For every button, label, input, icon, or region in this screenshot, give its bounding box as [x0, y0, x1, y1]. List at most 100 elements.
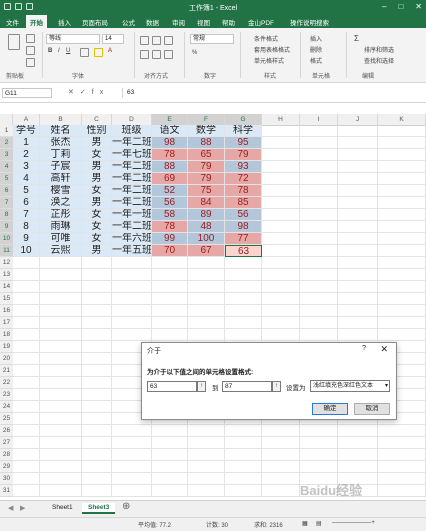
close-icon[interactable]: ✕ [415, 2, 422, 11]
empty-cell[interactable] [262, 293, 300, 305]
empty-cell[interactable] [152, 281, 188, 293]
table-header-cell[interactable]: 科学 [225, 125, 262, 137]
row-header[interactable]: 30 [0, 473, 13, 485]
row-header[interactable]: 6 [0, 185, 13, 197]
align-middle-icon[interactable] [152, 36, 161, 45]
empty-cell[interactable] [40, 329, 82, 341]
row-header[interactable]: 31 [0, 485, 13, 497]
table-cell[interactable]: 男 [82, 245, 112, 257]
tab-review[interactable]: 审阅 [172, 17, 185, 27]
empty-cell[interactable] [225, 269, 262, 281]
zoom-slider[interactable]: –——————+ [332, 520, 375, 526]
empty-cell[interactable] [188, 293, 225, 305]
sheet-scroll-left-icon[interactable]: ◀ [8, 504, 13, 512]
table-cell[interactable]: 一年二班 [112, 197, 152, 209]
table-cell[interactable]: 89 [188, 209, 225, 221]
empty-cell[interactable] [262, 245, 300, 257]
table-cell[interactable]: 一年二班 [112, 173, 152, 185]
format-select[interactable]: 浅红填充色深红色文本 ▾ [310, 380, 390, 392]
row-header[interactable]: 3 [0, 149, 13, 161]
table-cell[interactable]: 云熙 [40, 245, 82, 257]
empty-cell[interactable] [13, 425, 40, 437]
table-cell[interactable]: 男 [82, 197, 112, 209]
empty-cell[interactable] [338, 173, 378, 185]
empty-cell[interactable] [300, 305, 338, 317]
empty-cell[interactable] [40, 485, 82, 497]
row-header[interactable]: 12 [0, 257, 13, 269]
empty-cell[interactable] [378, 329, 426, 341]
empty-cell[interactable] [225, 449, 262, 461]
empty-cell[interactable] [225, 257, 262, 269]
autosum-button[interactable]: Σ [354, 34, 359, 43]
empty-cell[interactable] [338, 125, 378, 137]
empty-cell[interactable] [378, 173, 426, 185]
empty-cell[interactable] [112, 305, 152, 317]
empty-cell[interactable] [13, 449, 40, 461]
empty-cell[interactable] [188, 461, 225, 473]
empty-cell[interactable] [378, 317, 426, 329]
empty-cell[interactable] [112, 281, 152, 293]
empty-cell[interactable] [82, 425, 112, 437]
empty-cell[interactable] [152, 293, 188, 305]
cancel-icon[interactable]: ✕ [68, 89, 80, 96]
column-header-f[interactable]: F [188, 114, 225, 125]
formula-bar-buttons[interactable]: ✕✓fx [68, 88, 109, 96]
empty-cell[interactable] [188, 425, 225, 437]
empty-cell[interactable] [82, 365, 112, 377]
empty-cell[interactable] [378, 485, 426, 497]
table-cell[interactable]: 78 [225, 185, 262, 197]
row-header[interactable]: 17 [0, 317, 13, 329]
empty-cell[interactable] [378, 269, 426, 281]
empty-cell[interactable] [262, 209, 300, 221]
table-cell[interactable]: 1 [13, 137, 40, 149]
empty-cell[interactable] [338, 209, 378, 221]
empty-cell[interactable] [378, 281, 426, 293]
copy-icon[interactable] [26, 46, 35, 55]
empty-cell[interactable] [338, 449, 378, 461]
enter-icon[interactable]: ✓ [80, 89, 92, 96]
table-cell[interactable]: 8 [13, 221, 40, 233]
table-cell[interactable]: 98 [152, 137, 188, 149]
empty-cell[interactable] [82, 293, 112, 305]
help-button[interactable]: ? [362, 345, 366, 352]
format-painter-icon[interactable] [26, 58, 35, 67]
table-cell[interactable]: 93 [225, 161, 262, 173]
column-header-g[interactable]: G [225, 114, 262, 125]
empty-cell[interactable] [262, 173, 300, 185]
sort-filter-button[interactable]: 排序和筛选 [364, 45, 394, 54]
row-header[interactable]: 28 [0, 449, 13, 461]
sheet-tab-sheet1[interactable]: Sheet1 [46, 503, 79, 512]
formula-input[interactable]: 63 [122, 88, 426, 98]
table-header-cell[interactable]: 数学 [188, 125, 225, 137]
empty-cell[interactable] [338, 305, 378, 317]
empty-cell[interactable] [300, 185, 338, 197]
empty-cell[interactable] [338, 293, 378, 305]
empty-cell[interactable] [112, 485, 152, 497]
align-center-icon[interactable] [152, 50, 161, 59]
empty-cell[interactable] [82, 401, 112, 413]
minimize-icon[interactable]: – [382, 2, 386, 11]
view-normal-icon[interactable]: ▦ [302, 520, 308, 527]
empty-cell[interactable] [13, 437, 40, 449]
empty-cell[interactable] [40, 365, 82, 377]
empty-cell[interactable] [225, 329, 262, 341]
empty-cell[interactable] [378, 449, 426, 461]
empty-cell[interactable] [82, 461, 112, 473]
empty-cell[interactable] [300, 293, 338, 305]
empty-cell[interactable] [40, 353, 82, 365]
table-cell[interactable]: 48 [188, 221, 225, 233]
table-cell[interactable]: 65 [188, 149, 225, 161]
empty-cell[interactable] [40, 317, 82, 329]
row-header[interactable]: 20 [0, 353, 13, 365]
table-cell[interactable]: 79 [225, 149, 262, 161]
empty-cell[interactable] [40, 293, 82, 305]
empty-cell[interactable] [40, 269, 82, 281]
from-range-picker-icon[interactable]: ↑ [197, 381, 206, 392]
align-top-icon[interactable] [140, 36, 149, 45]
table-cell[interactable]: 98 [225, 221, 262, 233]
tab-insert[interactable]: 插入 [58, 17, 71, 27]
table-cell[interactable]: 一年五班 [112, 245, 152, 257]
empty-cell[interactable] [378, 293, 426, 305]
empty-cell[interactable] [378, 305, 426, 317]
empty-cell[interactable] [262, 437, 300, 449]
